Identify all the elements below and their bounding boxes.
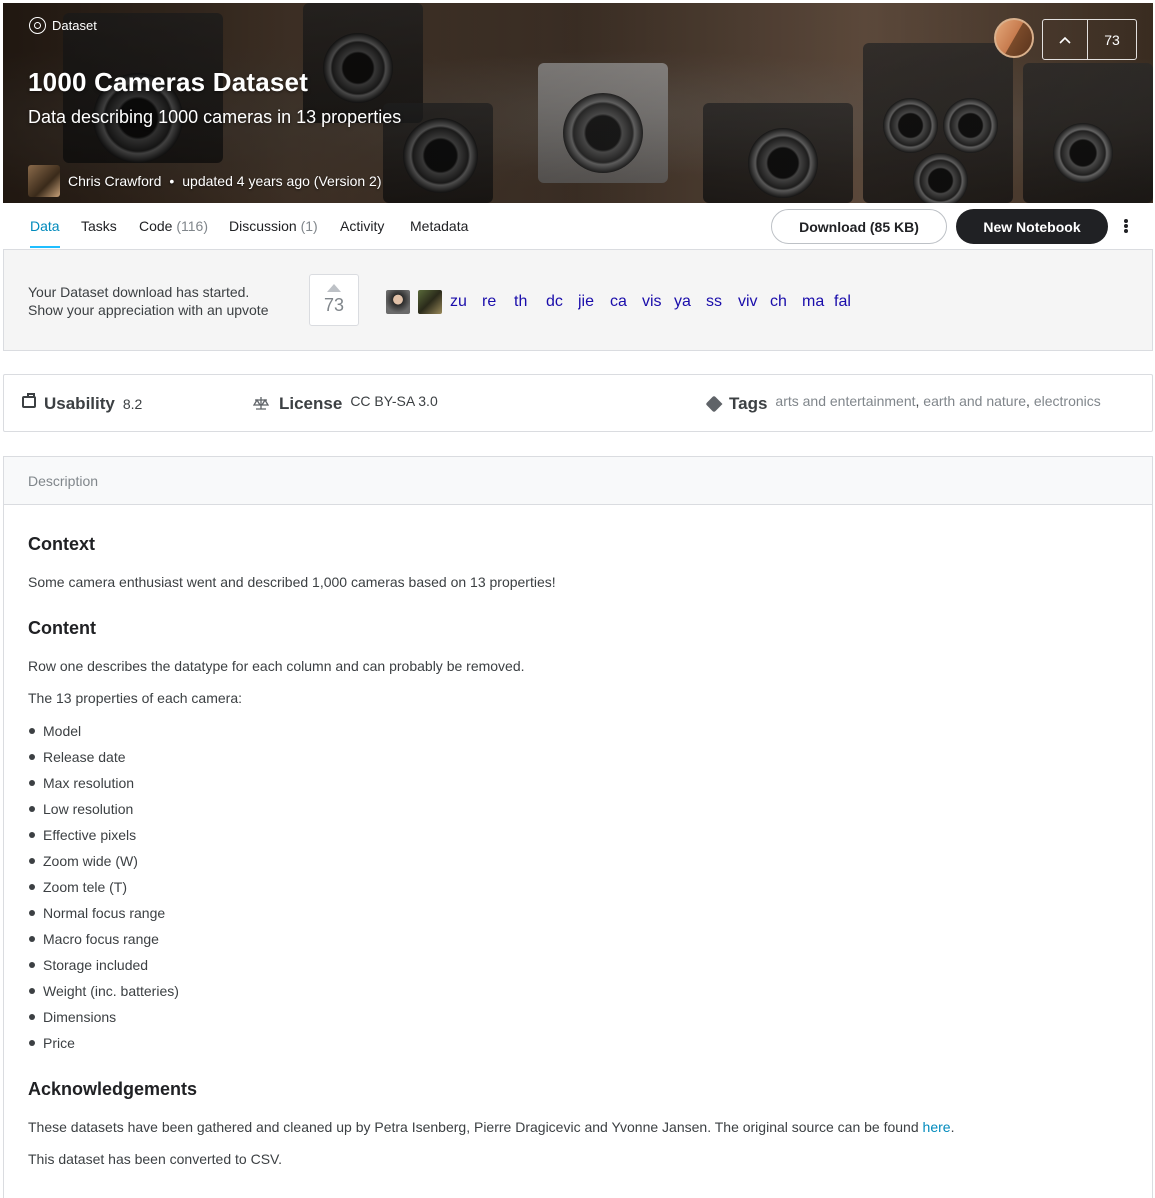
content-heading: Content xyxy=(28,618,96,638)
current-user-avatar[interactable] xyxy=(994,18,1034,58)
panel-upvote-count: 73 xyxy=(323,295,345,315)
list-item: Low resolution xyxy=(28,801,133,817)
usability-icon xyxy=(22,393,36,408)
voter-link[interactable]: zu xyxy=(450,293,482,311)
voter-avatar[interactable] xyxy=(418,290,442,314)
list-item: Storage included xyxy=(28,957,148,973)
list-item: Max resolution xyxy=(28,775,134,791)
voter-link[interactable]: th xyxy=(514,293,546,311)
voter-link[interactable]: ch xyxy=(770,293,802,311)
list-item: Weight (inc. batteries) xyxy=(28,983,179,999)
tag-link[interactable]: earth and nature xyxy=(923,393,1026,409)
description-header: Description xyxy=(4,457,1152,505)
content-text-1: Row one describes the datatype for each … xyxy=(28,658,525,674)
updated-info[interactable]: updated 4 years ago (Version 2) xyxy=(182,173,381,189)
voter-avatar[interactable] xyxy=(386,290,410,314)
tags-list: arts and entertainment, earth and nature… xyxy=(775,393,1101,409)
tab-activity[interactable]: Activity xyxy=(340,218,384,246)
dataset-tabs: Data Tasks Code (116) Discussion (1) Act… xyxy=(3,203,1153,250)
tab-metadata[interactable]: Metadata xyxy=(410,218,468,246)
upvote-count: 73 xyxy=(1104,31,1120,48)
list-item: Dimensions xyxy=(28,1009,116,1025)
voter-link[interactable]: fal xyxy=(834,293,866,311)
converted-text: This dataset has been converted to CSV. xyxy=(28,1151,282,1167)
license-label: License xyxy=(279,394,343,413)
source-link[interactable]: here xyxy=(923,1119,951,1135)
license[interactable]: License CC BY-SA 3.0 xyxy=(279,393,438,414)
download-button[interactable]: Download (85 KB) xyxy=(771,209,947,244)
owner-avatar[interactable] xyxy=(28,165,60,197)
download-started-panel: Your Dataset download has started. Show … xyxy=(3,250,1153,351)
acknowledgements-text: These datasets have been gathered and cl… xyxy=(28,1119,955,1135)
voter-link[interactable]: ss xyxy=(706,293,738,311)
tab-code[interactable]: Code (116) xyxy=(139,218,208,246)
content-text-2: The 13 properties of each camera: xyxy=(28,690,243,706)
usability-value: 8.2 xyxy=(122,396,143,412)
chevron-up-icon xyxy=(1059,36,1071,44)
context-text: Some camera enthusiast went and describe… xyxy=(28,574,556,590)
list-item: Macro focus range xyxy=(28,931,159,947)
scale-icon xyxy=(253,397,269,410)
list-item: Effective pixels xyxy=(28,827,136,843)
tab-data[interactable]: Data xyxy=(30,218,60,248)
voter-link[interactable]: dc xyxy=(546,293,578,311)
license-value: CC BY-SA 3.0 xyxy=(350,393,438,409)
owner-name[interactable]: Chris Crawford xyxy=(68,173,161,189)
voters-list: zu re th dc jie ca vis ya ss viv ch ma f… xyxy=(386,290,866,314)
usability-label: Usability xyxy=(44,394,115,413)
tab-tasks[interactable]: Tasks xyxy=(81,218,117,246)
tag-icon xyxy=(705,395,723,413)
upvote-arrow-icon xyxy=(327,284,341,292)
tab-discussion[interactable]: Discussion (1) xyxy=(229,218,318,246)
voter-link[interactable]: ca xyxy=(610,293,642,311)
list-item: Normal focus range xyxy=(28,905,165,921)
description-section: Description Context Some camera enthusia… xyxy=(3,456,1153,1198)
download-started-text: Your Dataset download has started. xyxy=(28,284,250,300)
acknowledgements-heading: Acknowledgements xyxy=(28,1079,198,1099)
new-notebook-button[interactable]: New Notebook xyxy=(956,209,1108,244)
voter-link[interactable]: ma xyxy=(802,293,834,311)
list-item: Price xyxy=(28,1035,75,1051)
list-item: Release date xyxy=(28,749,126,765)
voter-link[interactable]: vis xyxy=(642,293,674,311)
list-item: Zoom wide (W) xyxy=(28,853,138,869)
voter-link[interactable]: viv xyxy=(738,293,770,311)
dataset-hero: Dataset 1000 Cameras Dataset Data descri… xyxy=(3,3,1153,203)
separator-dot: • xyxy=(169,173,175,189)
context-heading: Context xyxy=(28,534,95,554)
list-item: Zoom tele (T) xyxy=(28,879,127,895)
dataset-type-label: Dataset xyxy=(29,17,97,34)
download-message: Your Dataset download has started. Show … xyxy=(28,283,268,319)
dataset-meta-row: Usability 8.2 License CC BY-SA 3.0 Tags … xyxy=(3,374,1153,432)
voter-link[interactable]: re xyxy=(482,293,514,311)
dataset-title: 1000 Cameras Dataset xyxy=(28,67,309,97)
voter-link[interactable]: jie xyxy=(578,293,610,311)
more-options-icon[interactable] xyxy=(1121,217,1131,235)
tags-label: Tags xyxy=(729,394,768,413)
usability[interactable]: Usability 8.2 xyxy=(44,394,142,414)
upvote-button[interactable] xyxy=(1043,20,1088,59)
dataset-owner-line: Chris Crawford • updated 4 years ago (Ve… xyxy=(28,165,382,197)
dataset-icon xyxy=(29,17,46,34)
appreciation-text: Show your appreciation with an upvote xyxy=(28,302,269,318)
tag-link[interactable]: arts and entertainment xyxy=(775,393,915,409)
dataset-type-text: Dataset xyxy=(52,18,97,33)
dataset-subtitle: Data describing 1000 cameras in 13 prope… xyxy=(28,107,402,127)
tag-link[interactable]: electronics xyxy=(1034,393,1101,409)
upvote-widget[interactable]: 73 xyxy=(1042,19,1137,60)
tags: Tags arts and entertainment, earth and n… xyxy=(729,393,1101,414)
list-item: Model xyxy=(28,723,81,739)
panel-upvote-button[interactable]: 73 xyxy=(309,274,359,326)
voter-link[interactable]: ya xyxy=(674,293,706,311)
